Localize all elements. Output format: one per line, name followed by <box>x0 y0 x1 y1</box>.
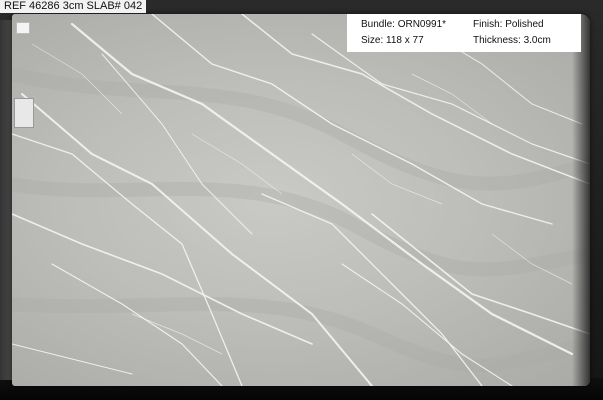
slab-right-edge <box>572 14 590 386</box>
size-text: Size: 118 x 77 <box>361 35 424 46</box>
slab-corner-tag <box>16 22 30 34</box>
info-row-1: Bundle: ORN0991* Finish: Polished <box>361 17 581 33</box>
marble-slab <box>12 14 590 386</box>
ref-label: REF 46286 3cm SLAB# 042 <box>0 0 147 13</box>
slab-info-box: Bundle: ORN0991* Finish: Polished Size: … <box>347 14 581 52</box>
thickness-text: Thickness: 3.0cm <box>473 35 551 46</box>
left-rack-edge <box>0 20 12 380</box>
slab-side-tag <box>14 98 34 128</box>
bundle-text: Bundle: ORN0991* <box>361 19 447 30</box>
info-row-2: Size: 118 x 77 Thickness: 3.0cm <box>361 33 581 49</box>
finish-text: Finish: Polished <box>473 19 544 30</box>
slab-veins <box>12 14 590 386</box>
